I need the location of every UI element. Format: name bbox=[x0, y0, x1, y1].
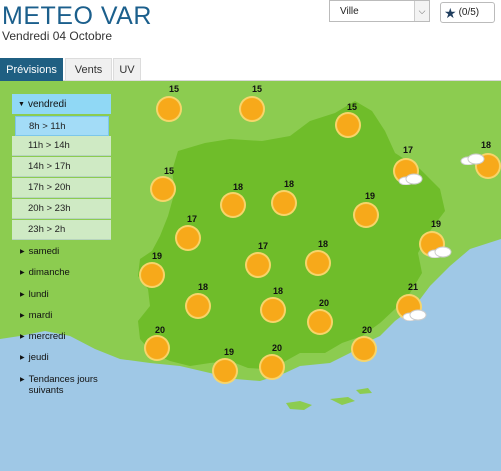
temperature-label: 19 bbox=[430, 219, 441, 229]
sun-icon[interactable] bbox=[239, 96, 265, 122]
island bbox=[356, 388, 372, 394]
city-select-value: Ville bbox=[340, 6, 359, 17]
day-item-jeudi[interactable]: ▶ jeudi bbox=[20, 352, 49, 363]
day-item-mardi[interactable]: ▶ mardi bbox=[20, 310, 52, 321]
current-day-label: vendredi bbox=[27, 98, 67, 110]
time-slot[interactable]: 11h > 14h bbox=[12, 136, 111, 156]
cloud-icon bbox=[460, 153, 485, 165]
chevron-down-icon[interactable]: ⌵ bbox=[414, 1, 429, 21]
sun-icon[interactable] bbox=[212, 358, 238, 384]
triangle-right-icon: ▶ bbox=[20, 334, 25, 340]
sun-icon[interactable] bbox=[156, 96, 182, 122]
triangle-right-icon: ▶ bbox=[20, 377, 25, 383]
day-item-mercredi[interactable]: ▶ mercredi bbox=[20, 331, 66, 342]
triangle-right-icon: ▶ bbox=[20, 270, 25, 276]
temperature-label: 15 bbox=[251, 84, 262, 94]
temperature-label: 21 bbox=[407, 282, 418, 292]
day-label: lundi bbox=[28, 289, 49, 300]
tab-bar: Prévisions Vents UV bbox=[0, 58, 501, 81]
temperature-label: 19 bbox=[364, 191, 375, 201]
header: METEO VAR Vendredi 04 Octobre Ville ⌵ ★ … bbox=[0, 0, 501, 56]
day-item-samedi[interactable]: ▶ samedi bbox=[20, 246, 59, 257]
sun-icon[interactable] bbox=[351, 336, 377, 362]
day-header-vendredi[interactable]: ▼ vendredi bbox=[12, 94, 111, 114]
temperature-label: 20 bbox=[361, 325, 372, 335]
temperature-label: 20 bbox=[318, 298, 329, 308]
sun-icon[interactable] bbox=[220, 192, 246, 218]
island bbox=[286, 401, 312, 410]
time-slot[interactable]: 8h > 11h bbox=[15, 116, 109, 136]
sun-icon[interactable] bbox=[335, 112, 361, 138]
temperature-label: 17 bbox=[186, 214, 197, 224]
temperature-label: 15 bbox=[168, 84, 179, 94]
day-label: dimanche bbox=[28, 267, 70, 278]
day-item-tendances[interactable]: ▶ Tendances jours suivants bbox=[20, 374, 100, 396]
favorites-button[interactable]: ★ (0/5) bbox=[440, 2, 495, 23]
triangle-right-icon: ▶ bbox=[20, 292, 25, 298]
day-item-dimanche[interactable]: ▶ dimanche bbox=[20, 267, 70, 278]
day-label: Tendances jours suivants bbox=[28, 374, 98, 396]
temperature-label: 18 bbox=[272, 286, 283, 296]
temperature-label: 15 bbox=[346, 102, 357, 112]
sun-icon[interactable] bbox=[185, 293, 211, 319]
sun-icon[interactable] bbox=[271, 190, 297, 216]
time-slot[interactable]: 23h > 2h bbox=[12, 220, 111, 240]
triangle-right-icon: ▶ bbox=[20, 313, 25, 319]
tab-uv[interactable]: UV bbox=[113, 58, 141, 81]
day-label: mercredi bbox=[28, 331, 66, 342]
temperature-label: 17 bbox=[402, 145, 413, 155]
temperature-label: 15 bbox=[163, 166, 174, 176]
tab-previsions[interactable]: Prévisions bbox=[0, 58, 63, 81]
temperature-label: 19 bbox=[151, 251, 162, 261]
page-title: METEO VAR bbox=[2, 2, 152, 30]
sun-icon[interactable] bbox=[245, 252, 271, 278]
city-select[interactable]: Ville ⌵ bbox=[329, 0, 430, 22]
temperature-label: 17 bbox=[257, 241, 268, 251]
favorites-count: (0/5) bbox=[458, 7, 480, 18]
triangle-right-icon: ▶ bbox=[20, 249, 25, 255]
forecast-date: Vendredi 04 Octobre bbox=[2, 29, 113, 43]
cloud-icon bbox=[402, 309, 427, 321]
sun-icon[interactable] bbox=[139, 262, 165, 288]
temperature-label: 18 bbox=[480, 140, 491, 150]
time-slot[interactable]: 14h > 17h bbox=[12, 157, 111, 177]
temperature-label: 18 bbox=[283, 179, 294, 189]
day-label: samedi bbox=[28, 246, 60, 257]
sun-icon[interactable] bbox=[305, 250, 331, 276]
temperature-label: 20 bbox=[154, 325, 165, 335]
sun-icon[interactable] bbox=[144, 335, 170, 361]
tab-vents[interactable]: Vents bbox=[65, 58, 112, 81]
temperature-label: 18 bbox=[232, 182, 243, 192]
sun-icon[interactable] bbox=[353, 202, 379, 228]
time-slot[interactable]: 17h > 20h bbox=[12, 178, 111, 198]
sun-icon[interactable] bbox=[175, 225, 201, 251]
temperature-label: 18 bbox=[197, 282, 208, 292]
triangle-right-icon: ▶ bbox=[20, 355, 25, 361]
cloud-icon bbox=[427, 246, 452, 258]
day-label: mardi bbox=[28, 310, 53, 321]
temperature-label: 19 bbox=[223, 347, 234, 357]
time-slot[interactable]: 20h > 23h bbox=[12, 199, 111, 219]
temperature-label: 18 bbox=[317, 239, 328, 249]
sun-icon[interactable] bbox=[259, 354, 285, 380]
sun-icon[interactable] bbox=[150, 176, 176, 202]
temperature-label: 20 bbox=[271, 343, 282, 353]
island bbox=[330, 397, 355, 405]
day-label: jeudi bbox=[28, 352, 49, 363]
cloud-icon bbox=[398, 173, 423, 185]
star-icon: ★ bbox=[444, 4, 457, 21]
sun-icon[interactable] bbox=[307, 309, 333, 335]
sun-icon[interactable] bbox=[260, 297, 286, 323]
triangle-down-icon: ▼ bbox=[18, 100, 25, 108]
day-item-lundi[interactable]: ▶ lundi bbox=[20, 289, 49, 300]
